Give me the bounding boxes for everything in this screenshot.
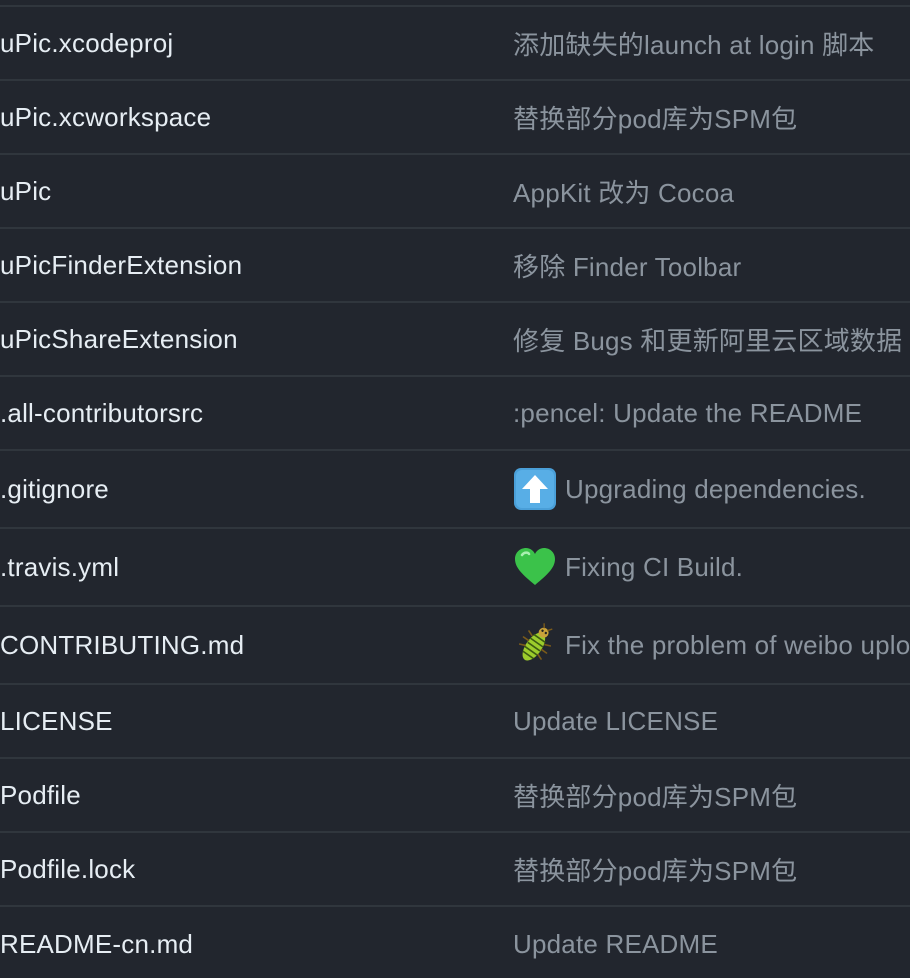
- file-name-link[interactable]: uPicShareExtension: [0, 324, 490, 355]
- commit-message-link[interactable]: 替换部分pod库为SPM包: [513, 851, 797, 888]
- table-row[interactable]: uPic AppKit 改为 Cocoa: [0, 155, 910, 229]
- commit-message-link[interactable]: :pencel: Update the README: [513, 398, 862, 429]
- commit-message-link[interactable]: Fix the problem of weibo upload: [565, 630, 910, 661]
- commit-message-link[interactable]: 替换部分pod库为SPM包: [513, 99, 797, 136]
- file-name-link[interactable]: uPic.xcworkspace: [0, 102, 490, 133]
- file-table: uPic.xcodeproj 添加缺失的launch at login 脚本 u…: [0, 0, 910, 978]
- commit-message-link[interactable]: Update README: [513, 929, 718, 960]
- commit-message-link[interactable]: 移除 Finder Toolbar: [513, 247, 741, 284]
- file-name-link[interactable]: Podfile.lock: [0, 854, 490, 885]
- file-name-link[interactable]: .gitignore: [0, 474, 490, 505]
- file-name-link[interactable]: .travis.yml: [0, 552, 490, 583]
- bug-icon: [513, 623, 557, 667]
- file-name-link[interactable]: .all-contributorsrc: [0, 398, 490, 429]
- file-name-link[interactable]: uPicFinderExtension: [0, 250, 490, 281]
- table-row[interactable]: README-cn.md Update README: [0, 907, 910, 978]
- file-name-link[interactable]: uPic.xcodeproj: [0, 28, 490, 59]
- table-row[interactable]: uPic.xcodeproj 添加缺失的launch at login 脚本: [0, 7, 910, 81]
- table-row[interactable]: Podfile 替换部分pod库为SPM包: [0, 759, 910, 833]
- table-row[interactable]: CONTRIBUTING.md Fix the problem of weibo…: [0, 607, 910, 685]
- commit-message-link[interactable]: Update LICENSE: [513, 706, 718, 737]
- table-top-border: [0, 0, 910, 7]
- table-row[interactable]: uPic.xcworkspace 替换部分pod库为SPM包: [0, 81, 910, 155]
- table-row[interactable]: .all-contributorsrc :pencel: Update the …: [0, 377, 910, 451]
- table-row[interactable]: .travis.yml Fixing CI Build.: [0, 529, 910, 607]
- commit-message-link[interactable]: Fixing CI Build.: [565, 552, 743, 583]
- file-name-link[interactable]: README-cn.md: [0, 929, 490, 960]
- file-name-link[interactable]: uPic: [0, 176, 490, 207]
- commit-message-link[interactable]: 替换部分pod库为SPM包: [513, 777, 797, 814]
- table-row[interactable]: .gitignore Upgrading dependencies.: [0, 451, 910, 529]
- table-row[interactable]: Podfile.lock 替换部分pod库为SPM包: [0, 833, 910, 907]
- table-row[interactable]: uPicShareExtension 修复 Bugs 和更新阿里云区域数据: [0, 303, 910, 377]
- commit-message-link[interactable]: 修复 Bugs 和更新阿里云区域数据: [513, 321, 902, 358]
- commit-message-link[interactable]: 添加缺失的launch at login 脚本: [513, 25, 875, 62]
- table-row[interactable]: LICENSE Update LICENSE: [0, 685, 910, 759]
- commit-message-link[interactable]: Upgrading dependencies.: [565, 474, 866, 505]
- file-name-link[interactable]: CONTRIBUTING.md: [0, 630, 490, 661]
- file-name-link[interactable]: Podfile: [0, 780, 490, 811]
- arrow-up-icon: [513, 467, 557, 511]
- green-heart-icon: [513, 545, 557, 589]
- file-name-link[interactable]: LICENSE: [0, 706, 490, 737]
- table-row[interactable]: uPicFinderExtension 移除 Finder Toolbar: [0, 229, 910, 303]
- commit-message-link[interactable]: AppKit 改为 Cocoa: [513, 173, 734, 210]
